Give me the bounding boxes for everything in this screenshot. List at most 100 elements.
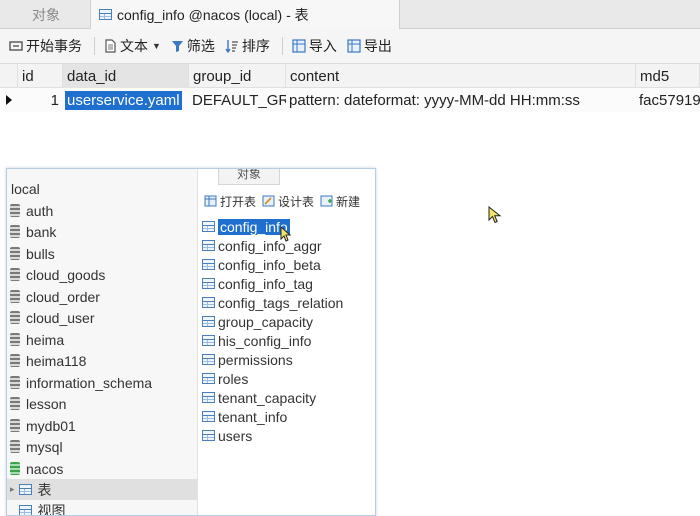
table-icon: [202, 240, 215, 251]
tree-db-label: auth: [26, 202, 54, 219]
table-icon: [18, 484, 32, 495]
begin-transaction-button[interactable]: 开始事务: [9, 36, 82, 56]
column-header-data-id[interactable]: data_id: [63, 64, 189, 88]
tree-db-mysql[interactable]: mysql: [7, 436, 197, 457]
column-header-id[interactable]: id: [18, 64, 63, 88]
database-icon: [10, 354, 20, 367]
tree-node-tables[interactable]: ▸ 表: [7, 479, 197, 500]
connection-tree: local auth bank bulls cloud_goods cloud_…: [7, 169, 197, 516]
tree-db-label: mydb01: [26, 417, 76, 434]
chevron-down-icon[interactable]: ▼: [152, 41, 161, 51]
navigator-overlay: local auth bank bulls cloud_goods cloud_…: [6, 168, 376, 516]
table-item-config-info[interactable]: config_info: [202, 217, 290, 236]
tree-db-lesson[interactable]: lesson: [7, 393, 197, 414]
table-icon: [202, 335, 215, 346]
tree-db-information-schema[interactable]: information_schema: [7, 372, 197, 393]
tree-db-label: mysql: [26, 438, 63, 455]
database-icon: [10, 311, 20, 324]
database-icon: [10, 397, 20, 410]
view-icon: [18, 505, 32, 515]
cell-group-id[interactable]: DEFAULT_GR: [189, 88, 286, 112]
open-table-button[interactable]: 打开表: [204, 193, 256, 210]
table-icon: [99, 9, 112, 20]
data-grid: id data_id group_id content md5 1 userse…: [0, 64, 700, 112]
table-item-config-info-aggr[interactable]: config_info_aggr: [202, 236, 322, 255]
tree-db-cloud-goods[interactable]: cloud_goods: [7, 264, 197, 285]
mouse-cursor-icon: [488, 206, 502, 224]
table-icon: [202, 259, 215, 270]
table-item-label: config_info_aggr: [218, 237, 322, 254]
table-icon: [202, 316, 215, 327]
objects-panel-tab[interactable]: 对象: [218, 168, 280, 185]
tab-config-info[interactable]: config_info @nacos (local) - 表: [90, 0, 400, 29]
cell-md5[interactable]: fac57919: [636, 88, 700, 112]
column-header-content[interactable]: content: [286, 64, 636, 88]
table-item-group-capacity[interactable]: group_capacity: [202, 312, 313, 331]
tree-connection-local[interactable]: local: [7, 178, 197, 199]
table-icon: [202, 278, 215, 289]
tree-db-label: heima: [26, 331, 65, 348]
table-item-config-info-beta[interactable]: config_info_beta: [202, 255, 321, 274]
table-item-roles[interactable]: roles: [202, 369, 248, 388]
table-item-label: roles: [218, 370, 249, 387]
filter-button[interactable]: 筛选: [171, 36, 215, 56]
tab-objects-label: 对象: [32, 6, 60, 23]
grid-header-row: id data_id group_id content md5: [0, 64, 700, 88]
tree-db-label: nacos: [26, 460, 64, 477]
objects-panel-tab-label: 对象: [236, 168, 261, 181]
text-button[interactable]: 文本 ▼: [104, 36, 161, 56]
table-icon: [202, 392, 215, 403]
tab-objects[interactable]: 对象: [0, 0, 92, 29]
sort-button[interactable]: 排序: [225, 36, 270, 56]
table-icon: [202, 354, 215, 365]
table-item-permissions[interactable]: permissions: [202, 350, 293, 369]
table-row[interactable]: 1 userservice.yaml DEFAULT_GR pattern: d…: [0, 88, 700, 112]
table-item-label: users: [218, 427, 253, 444]
tree-db-cloud-user[interactable]: cloud_user: [7, 307, 197, 328]
database-icon: [10, 268, 20, 281]
column-header-group-id[interactable]: group_id: [189, 64, 286, 88]
table-item-users[interactable]: users: [202, 426, 252, 445]
toolbar-divider: [94, 37, 95, 55]
expand-icon[interactable]: ▸: [10, 484, 15, 495]
table-item-tenant-info[interactable]: tenant_info: [202, 407, 287, 426]
tree-node-views[interactable]: ▸ 视图: [7, 500, 197, 516]
export-icon: [347, 39, 361, 53]
database-icon: [10, 247, 20, 260]
tree-db-mydb01[interactable]: mydb01: [7, 415, 197, 436]
tree-db-auth[interactable]: auth: [7, 200, 197, 221]
cell-id[interactable]: 1: [18, 88, 63, 112]
tree-db-label: cloud_order: [26, 288, 100, 305]
tree-db-heima[interactable]: heima: [7, 329, 197, 350]
export-button[interactable]: 导出: [347, 36, 392, 56]
cell-content[interactable]: pattern: dateformat: yyyy-MM-dd HH:mm:ss: [286, 88, 636, 112]
cell-data-id[interactable]: userservice.yaml: [63, 88, 189, 112]
open-table-icon: [204, 195, 217, 207]
table-item-label: group_capacity: [218, 313, 313, 330]
table-item-tenant-capacity[interactable]: tenant_capacity: [202, 388, 316, 407]
transaction-icon: [9, 41, 23, 51]
mouse-cursor-icon: [280, 226, 292, 242]
table-item-config-tags-relation[interactable]: config_tags_relation: [202, 293, 343, 312]
tree-db-heima118[interactable]: heima118: [7, 350, 197, 371]
design-table-icon: [262, 195, 275, 207]
table-item-label: config_info: [218, 218, 290, 235]
import-button[interactable]: 导入: [292, 36, 337, 56]
database-icon: [10, 440, 20, 453]
tree-node-views-label: 视图: [37, 502, 66, 516]
tree-db-nacos[interactable]: nacos: [7, 458, 197, 479]
tree-db-bulls[interactable]: bulls: [7, 243, 197, 264]
tree-connection-label: local: [11, 180, 40, 197]
sort-label: 排序: [241, 38, 270, 54]
tree-db-cloud-order[interactable]: cloud_order: [7, 286, 197, 307]
tree-db-bank[interactable]: bank: [7, 221, 197, 242]
open-table-label: 打开表: [220, 194, 257, 209]
new-table-button[interactable]: 新建: [320, 193, 360, 210]
table-item-his-config-info[interactable]: his_config_info: [202, 331, 311, 350]
design-table-button[interactable]: 设计表: [262, 193, 314, 210]
table-item-config-info-tag[interactable]: config_info_tag: [202, 274, 313, 293]
new-table-label: 新建: [336, 194, 361, 209]
objects-toolbar: 打开表 设计表 新建: [198, 189, 375, 213]
database-open-icon: [10, 462, 20, 475]
column-header-md5[interactable]: md5: [636, 64, 700, 88]
